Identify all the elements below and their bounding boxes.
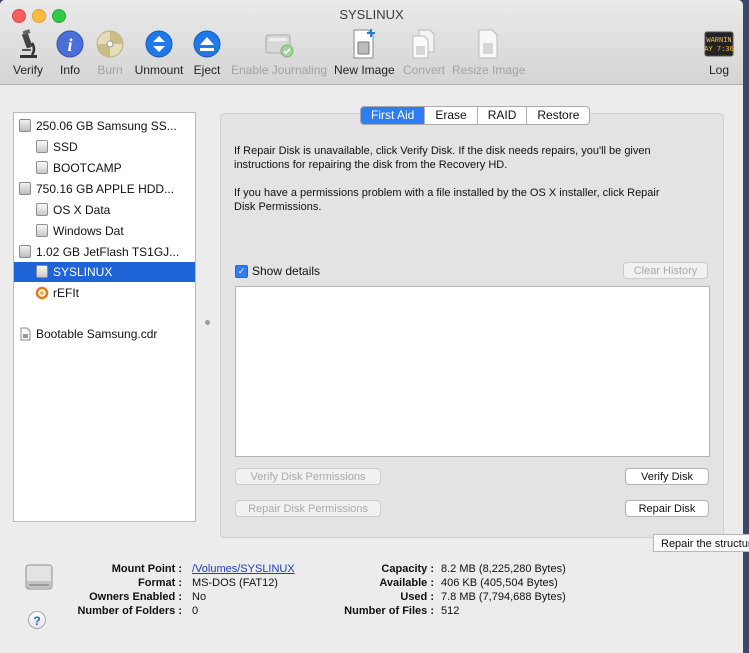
sidebar-item-syslinux[interactable]: SYSLINUX: [14, 262, 195, 282]
new-image-icon: [353, 29, 375, 59]
svg-text:i: i: [67, 35, 72, 55]
convert-button[interactable]: Convert: [401, 28, 447, 77]
number-of-folders-label: Number of Folders :: [77, 605, 182, 617]
sidebar-item-samsung-ssd[interactable]: 250.06 GB Samsung SS...: [14, 116, 195, 136]
volume-icon: [36, 224, 48, 237]
show-details-checkbox[interactable]: ✓: [235, 265, 248, 278]
svg-text:WARNIN: WARNIN: [706, 37, 731, 45]
info-icon: i: [56, 30, 84, 58]
mount-point-label: Mount Point :: [111, 563, 182, 575]
sidebar-item-apple-hdd[interactable]: 750.16 GB APPLE HDD...: [14, 179, 195, 199]
verify-disk-button[interactable]: Verify Disk: [625, 468, 709, 485]
permissions-instructions: If you have a permissions problem with a…: [234, 187, 660, 213]
burn-button[interactable]: Burn: [93, 28, 127, 77]
repair-disk-tooltip: Repair the structure: [653, 534, 749, 552]
show-details-label[interactable]: Show details: [252, 264, 320, 278]
volume-icon: [36, 203, 48, 216]
sidebar-item-bootcamp[interactable]: BOOTCAMP: [14, 158, 195, 178]
tab-first-aid[interactable]: First Aid: [361, 107, 426, 124]
svg-text:AY 7:36: AY 7:36: [704, 46, 733, 54]
resize-image-icon: [478, 29, 498, 59]
clear-history-button[interactable]: Clear History: [623, 262, 708, 279]
repair-instructions: If Repair Disk is unavailable, click Ver…: [234, 145, 651, 171]
microscope-icon: [20, 29, 37, 58]
capacity-label: Capacity :: [381, 563, 434, 575]
owners-enabled-value: No: [192, 591, 207, 603]
number-of-files-label: Number of Files :: [344, 605, 434, 617]
new-image-button[interactable]: New Image: [334, 28, 395, 77]
help-button[interactable]: ?: [28, 611, 46, 629]
disk-utility-window: SYSLINUX Verify i Info Burn Unmount Ejec…: [0, 0, 743, 653]
repair-disk-button[interactable]: Repair Disk: [625, 500, 709, 517]
volume-icon: [36, 265, 48, 278]
owners-enabled-label: Owners Enabled :: [89, 591, 182, 603]
split-view-handle[interactable]: [205, 320, 210, 325]
unmount-icon: [145, 30, 173, 58]
tab-raid[interactable]: RAID: [478, 107, 528, 124]
enable-journaling-button[interactable]: Enable Journaling: [231, 28, 327, 77]
tab-restore[interactable]: Restore: [527, 107, 589, 124]
repair-disk-permissions-button[interactable]: Repair Disk Permissions: [235, 500, 381, 517]
journaling-icon: [265, 34, 294, 58]
log-button[interactable]: WARNIN AY 7:36 Log: [703, 28, 735, 77]
eject-icon: [193, 30, 221, 58]
unmount-button[interactable]: Unmount: [134, 28, 184, 77]
sidebar-item-refit[interactable]: rEFIt: [14, 283, 195, 303]
sidebar-item-jetflash[interactable]: 1.02 GB JetFlash TS1GJ...: [14, 242, 195, 262]
verify-disk-permissions-button[interactable]: Verify Disk Permissions: [235, 468, 381, 485]
disk-list-sidebar: 250.06 GB Samsung SS... SSD BOOTCAMP 750…: [13, 112, 196, 522]
toolbar: SYSLINUX Verify i Info Burn Unmount Ejec…: [0, 0, 743, 85]
sidebar-item-bootable-samsung-cdr[interactable]: Bootable Samsung.cdr: [14, 324, 195, 344]
disk-image-icon: [20, 327, 31, 341]
tab-bar: First Aid Erase RAID Restore: [360, 106, 591, 125]
volume-icon: [36, 140, 48, 153]
format-value: MS-DOS (FAT12): [192, 577, 278, 589]
format-label: Format :: [138, 577, 182, 589]
details-log[interactable]: [235, 286, 710, 457]
capacity-value: 8.2 MB (8,225,280 Bytes): [441, 563, 566, 575]
number-of-files-value: 512: [441, 605, 460, 617]
console-log-icon: WARNINAY 7:36: [704, 31, 734, 57]
eject-button[interactable]: Eject: [191, 28, 223, 77]
used-value: 7.8 MB (7,794,688 Bytes): [441, 591, 566, 603]
mount-point-value[interactable]: /Volumes/SYSLINUX: [192, 562, 295, 576]
volume-icon: [36, 161, 48, 174]
info-button[interactable]: i Info: [55, 28, 85, 77]
verify-button[interactable]: Verify: [11, 28, 45, 77]
used-label: Used :: [400, 591, 434, 603]
hard-disk-icon: [19, 182, 31, 195]
refit-icon: [35, 286, 49, 300]
resize-image-button[interactable]: Resize Image: [452, 28, 525, 77]
tab-erase[interactable]: Erase: [425, 107, 478, 124]
sidebar-item-os-x-data[interactable]: OS X Data: [14, 200, 195, 220]
hard-disk-icon: [19, 119, 31, 132]
number-of-folders-value: 0: [192, 605, 199, 617]
usb-drive-icon: [19, 245, 31, 258]
sidebar-item-windows-dat[interactable]: Windows Dat: [14, 221, 195, 241]
sidebar-item-ssd[interactable]: SSD: [14, 137, 195, 157]
convert-icon: [412, 29, 435, 59]
window-title: SYSLINUX: [339, 7, 404, 22]
available-value: 406 KB (405,504 Bytes): [441, 577, 558, 589]
burn-icon: [96, 30, 124, 58]
available-label: Available :: [379, 577, 434, 589]
